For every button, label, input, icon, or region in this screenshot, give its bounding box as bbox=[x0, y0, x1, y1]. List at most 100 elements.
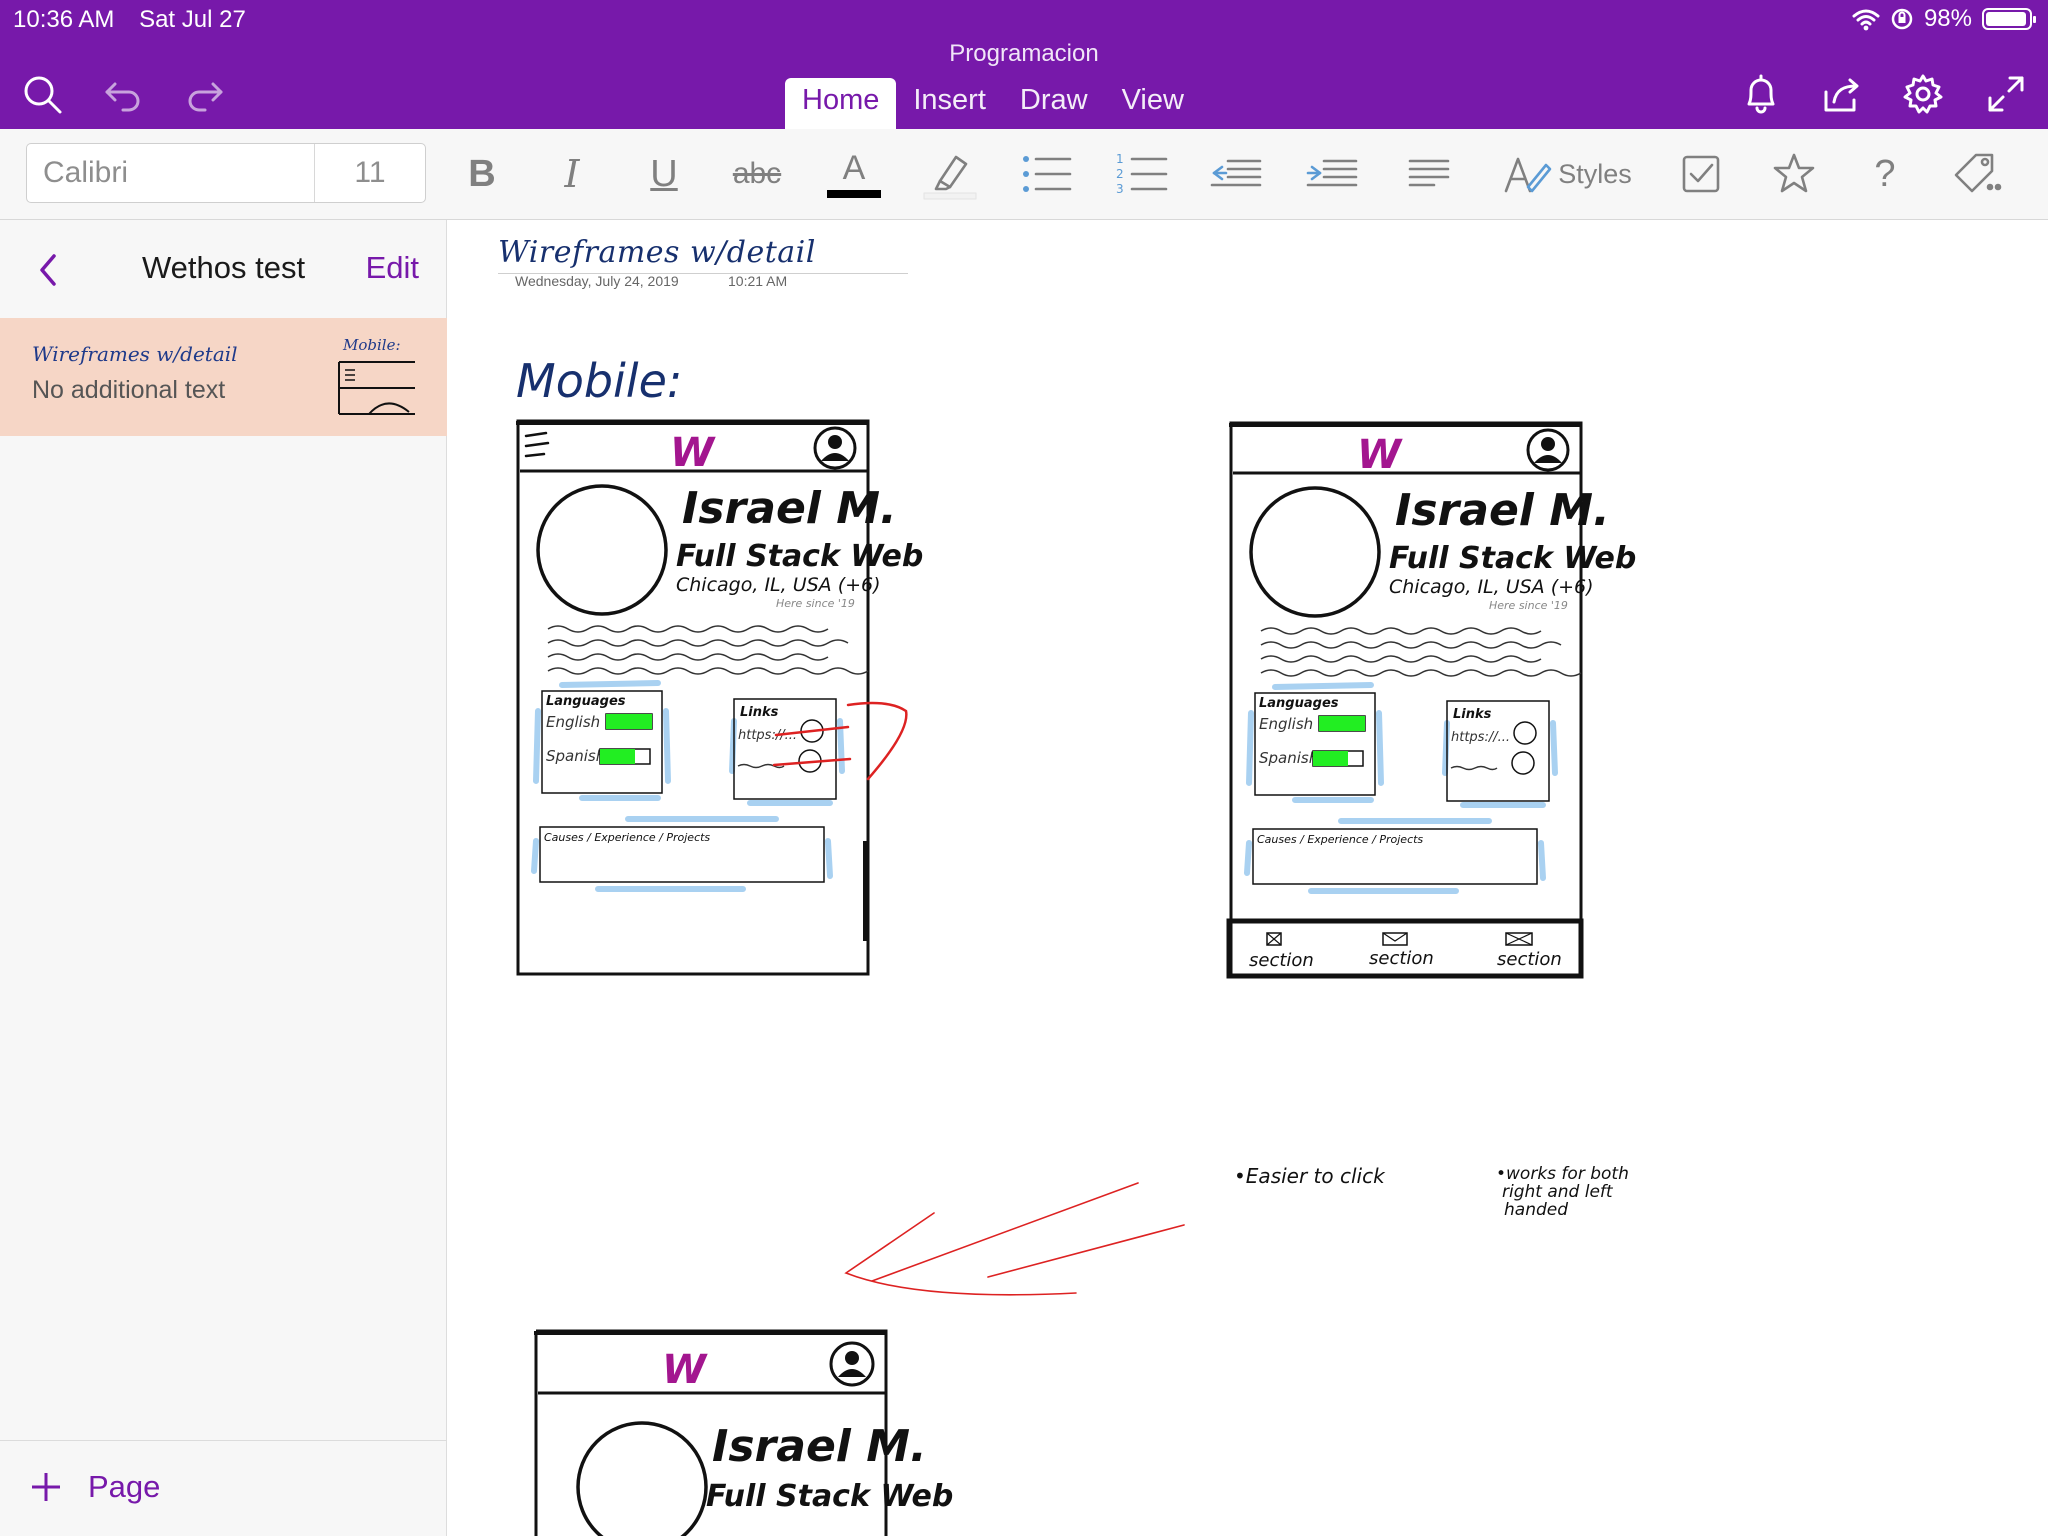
ink-drawing[interactable]: Mobile: W Israel M. Full Stack Web Chica… bbox=[448, 221, 2048, 1536]
mobile-heading: Mobile: bbox=[516, 354, 682, 408]
status-date: Sat Jul 27 bbox=[139, 6, 246, 33]
ribbon-tabs: Home Insert Draw View bbox=[785, 78, 1201, 129]
causes-box: Causes / Experience / Projects bbox=[531, 816, 833, 892]
note-easier-to-click: •Easier to click bbox=[1234, 1164, 1386, 1188]
logo-w: W bbox=[670, 430, 716, 476]
links-title: Links bbox=[740, 705, 779, 720]
nav-label-2: section bbox=[1369, 948, 1434, 969]
styles-icon bbox=[1504, 157, 1552, 193]
plus-icon bbox=[32, 1473, 60, 1501]
decrease-indent-icon[interactable] bbox=[1208, 147, 1264, 201]
tab-draw[interactable]: Draw bbox=[1003, 78, 1105, 129]
language-name-2: Spanish bbox=[1259, 749, 1318, 767]
links-title: Links bbox=[1453, 707, 1492, 722]
font-size-field[interactable]: 11 bbox=[315, 156, 425, 190]
profile-photo-placeholder bbox=[1249, 486, 1381, 618]
bio-scribble bbox=[1260, 627, 1582, 677]
bottom-nav-sketch: section section section bbox=[1226, 918, 1584, 979]
page-list-item-title: Wireframes w/detail bbox=[32, 342, 238, 366]
help-icon[interactable]: ? bbox=[1868, 147, 1902, 201]
svg-text:2: 2 bbox=[1116, 167, 1124, 181]
profile-avatar-icon bbox=[829, 1341, 875, 1387]
pages-sidebar: Wethos test Edit Wireframes w/detail No … bbox=[0, 220, 447, 1536]
twitter-icon bbox=[1511, 751, 1535, 775]
add-page-button[interactable]: Page bbox=[30, 1469, 160, 1505]
share-icon[interactable] bbox=[1818, 70, 1866, 118]
font-name-field[interactable]: Calibri bbox=[27, 144, 315, 202]
formatting-ribbon: Calibri 11 B I U abc A 123 Styles ? bbox=[0, 129, 2048, 220]
language-name-1: English bbox=[1259, 715, 1313, 733]
note-line-2: right and left bbox=[1502, 1182, 1614, 1202]
underline-button[interactable]: U bbox=[644, 147, 684, 201]
profile-avatar-icon bbox=[813, 426, 857, 470]
wireframe-phone-3: W Israel M. Full Stack Web bbox=[534, 1329, 953, 1536]
note-line-3: handed bbox=[1504, 1200, 1568, 1220]
redo-icon[interactable] bbox=[181, 70, 229, 118]
highlighter-icon[interactable] bbox=[922, 147, 978, 201]
edit-button[interactable]: Edit bbox=[366, 250, 419, 286]
links-box: Links https://... bbox=[729, 698, 845, 806]
transition-arrow-left bbox=[844, 1182, 1185, 1296]
thumbnail-text: Mobile: bbox=[342, 336, 401, 354]
align-text-icon[interactable] bbox=[1404, 147, 1454, 201]
profile-since: Here since '19 bbox=[776, 597, 855, 610]
styles-label: Styles bbox=[1558, 158, 1632, 189]
star-icon[interactable] bbox=[1772, 147, 1816, 201]
orientation-lock-icon bbox=[1891, 8, 1913, 30]
fullscreen-icon[interactable] bbox=[1982, 70, 2030, 118]
profile-role: Full Stack Web bbox=[706, 1479, 953, 1514]
language-bar-1 bbox=[606, 714, 652, 729]
languages-title: Languages bbox=[1259, 696, 1339, 711]
profile-role: Full Stack Web bbox=[1389, 541, 1636, 576]
tab-insert[interactable]: Insert bbox=[896, 78, 1003, 129]
language-bar-1 bbox=[1319, 716, 1365, 731]
font-color-button[interactable]: A bbox=[826, 147, 882, 201]
language-bar-2 bbox=[600, 749, 635, 764]
languages-box: Languages English Spanish bbox=[533, 680, 671, 801]
language-bar-2 bbox=[1313, 751, 1348, 766]
bold-button[interactable]: B bbox=[462, 147, 502, 201]
link-text: https://... bbox=[738, 728, 797, 743]
profile-name: Israel M. bbox=[682, 483, 897, 534]
note-canvas[interactable]: Wireframes w/detail Wednesday, July 24, … bbox=[448, 221, 2048, 1536]
undo-icon[interactable] bbox=[99, 70, 147, 118]
svg-text:1: 1 bbox=[1116, 152, 1124, 166]
styles-button[interactable]: Styles bbox=[1494, 147, 1640, 201]
wireframe-phone-2: W Israel M. Full Stack Web Chicago, IL, … bbox=[1226, 421, 1636, 979]
wifi-icon bbox=[1852, 9, 1880, 31]
language-name-1: English bbox=[546, 713, 600, 731]
sidebar-footer: Page bbox=[0, 1440, 447, 1536]
font-color-swatch bbox=[827, 190, 881, 198]
languages-title: Languages bbox=[546, 694, 626, 709]
wireframe-phone-1: W Israel M. Full Stack Web Chicago, IL, … bbox=[516, 419, 923, 976]
tag-icon[interactable] bbox=[1950, 147, 2004, 201]
increase-indent-icon[interactable] bbox=[1304, 147, 1360, 201]
todo-checkbox-icon[interactable] bbox=[1680, 147, 1722, 201]
italic-button[interactable]: I bbox=[552, 147, 592, 201]
search-icon[interactable] bbox=[18, 70, 66, 118]
nav-label-3: section bbox=[1497, 949, 1562, 970]
page-list-item[interactable]: Wireframes w/detail No additional text M… bbox=[0, 318, 447, 436]
status-time: 10:36 AM bbox=[13, 6, 115, 33]
bullet-list-icon[interactable] bbox=[1018, 147, 1074, 201]
tab-view[interactable]: View bbox=[1105, 78, 1201, 129]
status-bar-right: 98% bbox=[1852, 4, 2036, 34]
bell-icon[interactable] bbox=[1737, 70, 1785, 118]
tab-home[interactable]: Home bbox=[785, 78, 897, 129]
status-bar-left: 10:36 AM Sat Jul 27 bbox=[13, 6, 264, 34]
page-list-item-preview: No additional text bbox=[32, 376, 226, 404]
font-picker[interactable]: Calibri 11 bbox=[26, 143, 426, 203]
profile-name: Israel M. bbox=[1395, 485, 1610, 536]
profile-photo-placeholder bbox=[576, 1421, 708, 1536]
facebook-icon bbox=[1513, 721, 1537, 745]
causes-title: Causes / Experience / Projects bbox=[1257, 833, 1423, 846]
page-thumbnail: Mobile: bbox=[338, 336, 415, 415]
strikethrough-button[interactable]: abc bbox=[728, 147, 786, 201]
languages-box: Languages English Spanish bbox=[1246, 682, 1384, 803]
gear-icon[interactable] bbox=[1899, 70, 1947, 118]
language-name-2: Spanish bbox=[546, 747, 605, 765]
logo-w: W bbox=[1357, 432, 1403, 478]
profile-name: Israel M. bbox=[712, 1421, 927, 1472]
numbered-list-icon[interactable]: 123 bbox=[1114, 147, 1170, 201]
profile-photo-placeholder bbox=[536, 484, 668, 616]
